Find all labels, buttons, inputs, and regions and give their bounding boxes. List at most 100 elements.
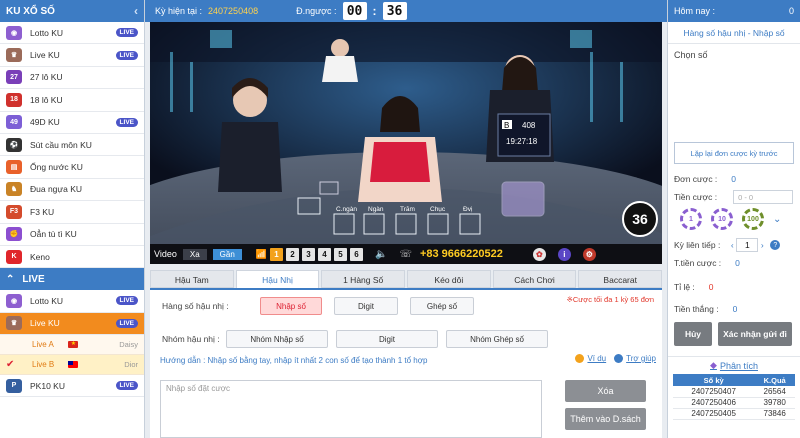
nhom-hau-nhi-row: Nhóm hậu nhị : Nhóm Nhập số Digit Nhóm G…: [162, 330, 548, 348]
tab-1-hang-so[interactable]: 1 Hàng Số: [321, 270, 406, 288]
svg-text:Trăm: Trăm: [400, 206, 415, 213]
don-cuoc-row: Đơn cược : 0: [668, 170, 800, 188]
lotto-live-icon: ◉: [6, 293, 22, 308]
nhom-ghep-so-button[interactable]: Nhóm Ghép số: [446, 330, 548, 348]
sidebar-item-49d[interactable]: 49 49D KU LIVE: [0, 112, 144, 134]
chevron-left-icon[interactable]: ‹: [128, 4, 144, 18]
sidebar-item-label: Sút cầu môn KU: [30, 139, 92, 150]
sidebar-item-pipe[interactable]: ▤ Ống nước KU: [0, 156, 144, 179]
live-video-stream[interactable]: B 408 19:27:18 C.ngàn Ngàn Trăm Chục Đvị: [150, 22, 662, 244]
hotline-number: +83 9666220522: [419, 248, 503, 260]
ky-lien-tiep-stepper[interactable]: ‹ 1 ›: [728, 238, 766, 252]
gift-icon[interactable]: ✿: [532, 247, 546, 261]
horse-icon: ♞: [6, 182, 22, 197]
sidebar-item-live-ku[interactable]: ♛ Live KU LIVE: [0, 44, 144, 67]
check-icon: ✔: [6, 359, 15, 371]
sidebar-item-27-lo[interactable]: 27 27 lô KU: [0, 67, 144, 90]
history-table: Số kỳ K.Quả 2407250407 26564 2407250406 …: [673, 374, 795, 420]
table-row: 2407250407 26564: [673, 386, 795, 398]
increment-icon[interactable]: ›: [758, 240, 766, 250]
nhom-digit-button[interactable]: Digit: [336, 330, 438, 348]
add-to-list-button[interactable]: Thêm vào D.sách: [565, 408, 646, 430]
sidebar-item-pk10[interactable]: P PK10 KU LIVE: [0, 375, 144, 398]
result-screen: B 408 19:27:18: [497, 113, 551, 157]
camera-1-button[interactable]: 1: [270, 247, 283, 261]
ti-le-label: Tỉ lệ :: [674, 282, 695, 292]
chevron-up-icon: ⌃: [6, 273, 15, 285]
live-section-header[interactable]: ⌃ LIVE: [0, 268, 144, 291]
live-badge: LIVE: [115, 117, 138, 127]
countdown-seconds: 36: [382, 2, 407, 20]
cancel-button[interactable]: Hủy: [674, 322, 712, 346]
row-label: Nhóm hậu nhị :: [162, 334, 220, 344]
bet-slip-panel: Hôm nay : 0 Hàng số hậu nhị - Nhập số Ch…: [667, 0, 800, 438]
analysis-link[interactable]: ◆ Phân tích: [668, 356, 800, 374]
rock-paper-icon: ✊: [6, 227, 22, 242]
tab-hau-tam[interactable]: Hậu Tam: [150, 270, 234, 288]
nhap-so-button[interactable]: Nhập số: [260, 297, 322, 315]
svg-text:Chục: Chục: [430, 206, 446, 213]
chevron-down-icon[interactable]: ⌄: [773, 214, 781, 225]
chip-selector: 1 10 100 ⌄: [668, 206, 800, 232]
chip-10[interactable]: 10: [711, 208, 733, 230]
camera-3-button[interactable]: 3: [302, 247, 315, 261]
sidebar-item-live-ku[interactable]: ♛ Live KU LIVE: [0, 312, 144, 336]
sidebar-item-soccer[interactable]: ⚽ Sút cầu môn KU: [0, 134, 144, 157]
delete-button[interactable]: Xóa: [565, 380, 646, 402]
table-row: 2407250406 39780: [673, 397, 795, 409]
colon-separator: :: [372, 4, 377, 18]
video-control-bar: Video Xa Gần 📶 1 2 3 4 5 6 🔈 ☏ +83 96662…: [150, 244, 662, 264]
confirm-submit-button[interactable]: Xác nhận gửi đi: [718, 322, 792, 346]
tab-cach-choi[interactable]: Cách Chơi: [492, 270, 577, 288]
history-header: Số kỳ K.Quả: [673, 374, 795, 386]
nhom-nhap-so-button[interactable]: Nhóm Nhập số: [226, 330, 328, 348]
sidebar-item-f3[interactable]: F3 F3 KU: [0, 201, 144, 224]
settings-icon[interactable]: ⚙: [582, 247, 596, 261]
tab-hau-nhi[interactable]: Hậu Nhị: [235, 270, 320, 288]
sidebar-item-label: Ống nước KU: [30, 162, 83, 173]
repeat-last-bet-button[interactable]: Lặp lại đơn cược kỳ trước: [674, 142, 794, 164]
row-label: Hàng số hậu nhị :: [162, 301, 229, 311]
info-icon[interactable]: i: [557, 247, 571, 261]
sidebar-sub-live-a[interactable]: Live A ★ Daisy: [0, 335, 144, 356]
t-tien-cuoc-value: 0: [735, 258, 740, 268]
sub-item-label: Live B: [32, 360, 55, 370]
sidebar-item-18-lo[interactable]: 18 18 lô KU: [0, 89, 144, 112]
sidebar-item-label: Lotto KU: [30, 27, 64, 38]
tien-cuoc-input[interactable]: 0 - 0: [733, 190, 794, 204]
live-ku-live-icon: ♛: [6, 316, 22, 331]
sidebar-header[interactable]: KU XỔ SỐ ‹: [0, 0, 144, 22]
camera-2-button[interactable]: 2: [286, 247, 299, 261]
ky-lien-tiep-value[interactable]: 1: [736, 238, 759, 252]
tab-baccarat[interactable]: Baccarat: [578, 270, 663, 288]
question-icon[interactable]: ?: [770, 240, 781, 250]
camera-6-button[interactable]: 6: [350, 247, 363, 261]
sidebar-item-lotto-live[interactable]: ◉ Lotto KU LIVE: [0, 290, 144, 313]
sidebar-item-rock-paper[interactable]: ✊ Oẳn tù tì KU: [0, 224, 144, 246]
digit-button[interactable]: Digit: [334, 297, 398, 315]
example-link[interactable]: Ví dụ: [587, 354, 606, 363]
period-cell: 2407250406: [673, 397, 755, 409]
chip-100[interactable]: 100: [742, 208, 764, 230]
action-buttons: Hủy Xác nhận gửi đi: [668, 322, 800, 346]
sidebar-item-label: Đua ngựa KU: [30, 184, 82, 195]
sub-item-label: Live A: [32, 340, 54, 350]
chip-1[interactable]: 1: [680, 208, 702, 230]
sidebar-item-lotto[interactable]: ◉ Lotto KU LIVE: [0, 22, 144, 45]
sidebar-sub-live-b[interactable]: ✔ Live B Dior: [0, 355, 144, 376]
tab-keo-doi[interactable]: Kéo dôi: [407, 270, 491, 288]
tien-thang-row: Tiền thắng : 0: [668, 300, 800, 318]
sidebar-item-keno[interactable]: K Keno: [0, 246, 144, 269]
sidebar-item-label: Live KU: [30, 318, 60, 329]
ghep-so-button[interactable]: Ghép số: [410, 297, 474, 315]
bet-number-input[interactable]: Nhập số đặt cược: [160, 380, 542, 438]
camera-5-button[interactable]: 5: [334, 247, 347, 261]
countdown-minutes: 00: [342, 2, 367, 20]
sidebar-item-horse[interactable]: ♞ Đua ngựa KU: [0, 179, 144, 202]
decrement-icon[interactable]: ‹: [728, 240, 736, 250]
speaker-icon[interactable]: 🔈: [375, 249, 387, 260]
view-near-button[interactable]: Gần: [212, 248, 242, 260]
view-far-button[interactable]: Xa: [182, 248, 207, 260]
help-link[interactable]: Trợ giúp: [626, 354, 656, 363]
camera-4-button[interactable]: 4: [318, 247, 331, 261]
